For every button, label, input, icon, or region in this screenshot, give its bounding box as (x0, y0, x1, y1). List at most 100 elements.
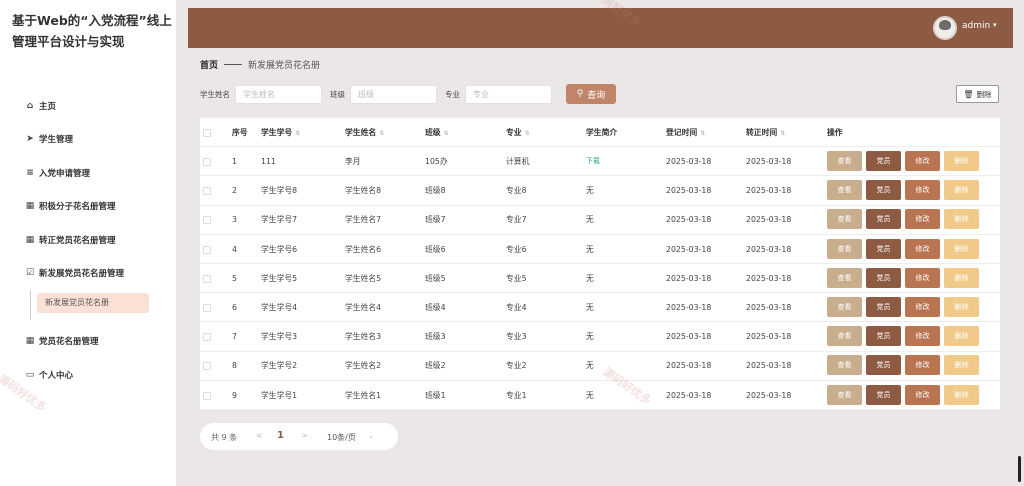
column-header[interactable]: 班级 ⇅ (425, 118, 449, 147)
student-name-input[interactable]: 学生姓名 (235, 84, 322, 104)
edit-button[interactable]: 修改 (905, 209, 940, 230)
sidebar-item[interactable]: ▦ 积极分子花名册管理 (24, 197, 174, 216)
edit-button[interactable]: 修改 (905, 267, 940, 288)
sidebar-item[interactable]: ☑ 新发展党员花名册管理 (24, 264, 174, 283)
column-header[interactable]: 登记时间 ⇅ (666, 118, 705, 147)
sidebar-item[interactable]: ➤ 学生管理 (24, 130, 174, 149)
edit-button[interactable]: 修改 (905, 151, 940, 171)
row-checkbox[interactable] (203, 274, 211, 283)
view-button[interactable]: 查看 (827, 238, 862, 259)
table-cell: 9 (232, 390, 237, 400)
column-header[interactable]: 序号 (232, 118, 248, 147)
table-cell: 学生姓名6 (345, 244, 382, 254)
view-button[interactable]: 查看 (827, 267, 862, 288)
page-size-select[interactable]: 10条/页 (327, 432, 356, 443)
delete-button[interactable]: 删除 (944, 267, 979, 288)
sort-icon[interactable]: ⇅ (379, 130, 384, 137)
member-button[interactable]: 党员 (866, 180, 901, 201)
sort-icon[interactable]: ⇅ (700, 130, 705, 137)
view-button[interactable]: 查看 (827, 180, 862, 201)
sidebar-item[interactable]: ▦ 党员花名册管理 (24, 331, 99, 350)
sidebar-menu: ⌂ 主页 ➤ 学生管理 ≡ 入党申请管理 ▦ 积极分子花名册管理 ▦ 转正党员花名册管理 ☑ 新发展党… (24, 96, 174, 298)
sidebar-item-label: 入党申请管理 (39, 168, 91, 179)
table-cell: 111 (261, 157, 276, 166)
delete-button[interactable]: 删除 (944, 180, 979, 201)
row-checkbox[interactable] (203, 362, 211, 371)
delete-button[interactable]: 删除 (944, 326, 979, 347)
delete-button[interactable]: 删除 (944, 384, 979, 405)
delete-button[interactable]: 删除 (944, 151, 979, 171)
sidebar-item[interactable]: ▭ 个人中心 (24, 365, 73, 384)
member-button[interactable]: 党员 (866, 355, 901, 376)
row-checkbox[interactable] (203, 245, 211, 254)
sidebar-item[interactable]: ▦ 转正党员花名册管理 (24, 230, 174, 249)
column-header[interactable]: 学生学号 ⇅ (261, 118, 300, 147)
table-cell: 学生学号4 (261, 303, 298, 312)
table-row: 9 学生学号1 学生姓名1 班级1 专业1 无 2025-03-18 2025-03-18 查看… (200, 381, 1000, 410)
next-page-icon[interactable]: > (301, 431, 308, 440)
row-checkbox[interactable] (203, 158, 211, 166)
member-button[interactable]: 党员 (866, 151, 901, 171)
sort-icon[interactable]: ⇅ (295, 130, 300, 137)
scrollbar-thumb[interactable] (1018, 456, 1021, 482)
breadcrumb-home[interactable]: 首页 (200, 58, 218, 71)
class-input[interactable]: 班级 (350, 84, 437, 104)
row-checkbox[interactable] (203, 304, 211, 312)
member-button[interactable]: 党员 (866, 267, 901, 288)
sidebar-item[interactable]: ⌂ 主页 (24, 96, 174, 115)
prev-page-icon[interactable]: < (256, 431, 263, 440)
column-header[interactable]: 学生简介 (586, 118, 617, 147)
chevron-down-icon[interactable]: ▾ (993, 21, 997, 29)
search-button[interactable]: ⚲ 查询 (566, 84, 616, 104)
sort-icon[interactable]: ⇅ (780, 130, 785, 137)
sidebar-item[interactable]: ≡ 入党申请管理 (24, 163, 174, 182)
edit-button[interactable]: 修改 (905, 326, 940, 347)
column-header[interactable]: 操作 (827, 118, 843, 147)
avatar[interactable] (933, 16, 957, 40)
member-button[interactable]: 党员 (866, 326, 901, 347)
edit-button[interactable]: 修改 (905, 297, 940, 317)
data-table: 序号 学生学号 ⇅ 学生姓名 ⇅ 班级 ⇅ 专业 ⇅ 学生简介 登记时间 ⇅ 转正时间 ⇅ 操作 1 111 李月… (200, 118, 1000, 410)
chevron-down-icon[interactable]: ⌄ (368, 432, 374, 440)
member-button[interactable]: 党员 (866, 238, 901, 259)
sort-icon[interactable]: ⇅ (525, 130, 530, 137)
view-button[interactable]: 查看 (827, 326, 862, 347)
column-header[interactable]: 学生姓名 ⇅ (345, 118, 384, 147)
view-button[interactable]: 查看 (827, 297, 862, 317)
table-cell: 学生学号8 (261, 186, 298, 196)
row-checkbox[interactable] (203, 333, 211, 342)
row-checkbox[interactable] (203, 391, 211, 400)
row-checkbox[interactable] (203, 187, 211, 196)
delete-button[interactable]: 删除 (944, 238, 979, 259)
view-button[interactable]: 查看 (827, 151, 862, 171)
edit-button[interactable]: 修改 (905, 180, 940, 201)
row-actions: 查看 党员 修改 删除 (827, 238, 983, 259)
page-number[interactable]: 1 (277, 430, 284, 441)
member-button[interactable]: 党员 (866, 384, 901, 405)
row-actions: 查看 党员 修改 删除 (827, 151, 983, 171)
download-link[interactable]: 下载 (586, 147, 600, 176)
delete-button[interactable]: 删除 (944, 355, 979, 376)
sort-icon[interactable]: ⇅ (444, 130, 449, 137)
view-button[interactable]: 查看 (827, 384, 862, 405)
submenu-item-new-members-roster[interactable]: 新发展党员花名册 (37, 293, 149, 313)
member-button[interactable]: 党员 (866, 209, 901, 230)
member-button[interactable]: 党员 (866, 297, 901, 317)
column-header[interactable]: 转正时间 ⇅ (746, 118, 785, 147)
edit-button[interactable]: 修改 (905, 355, 940, 376)
sidebar-item-label: 学生管理 (39, 135, 74, 146)
table-cell: 学生学号1 (261, 390, 298, 400)
column-header[interactable]: 专业 ⇅ (506, 118, 530, 147)
view-button[interactable]: 查看 (827, 355, 862, 376)
major-input[interactable]: 专业 (465, 84, 552, 104)
delete-button[interactable]: 删除 (944, 209, 979, 230)
view-button[interactable]: 查看 (827, 209, 862, 230)
send-icon: ➤ (26, 134, 34, 145)
delete-button[interactable]: 删除 (944, 297, 979, 317)
username[interactable]: admin (962, 21, 990, 31)
row-checkbox[interactable] (203, 216, 211, 225)
batch-delete-button[interactable]: 🗑 删除 (956, 85, 999, 103)
select-all-checkbox[interactable] (203, 129, 211, 137)
edit-button[interactable]: 修改 (905, 384, 940, 405)
edit-button[interactable]: 修改 (905, 238, 940, 259)
